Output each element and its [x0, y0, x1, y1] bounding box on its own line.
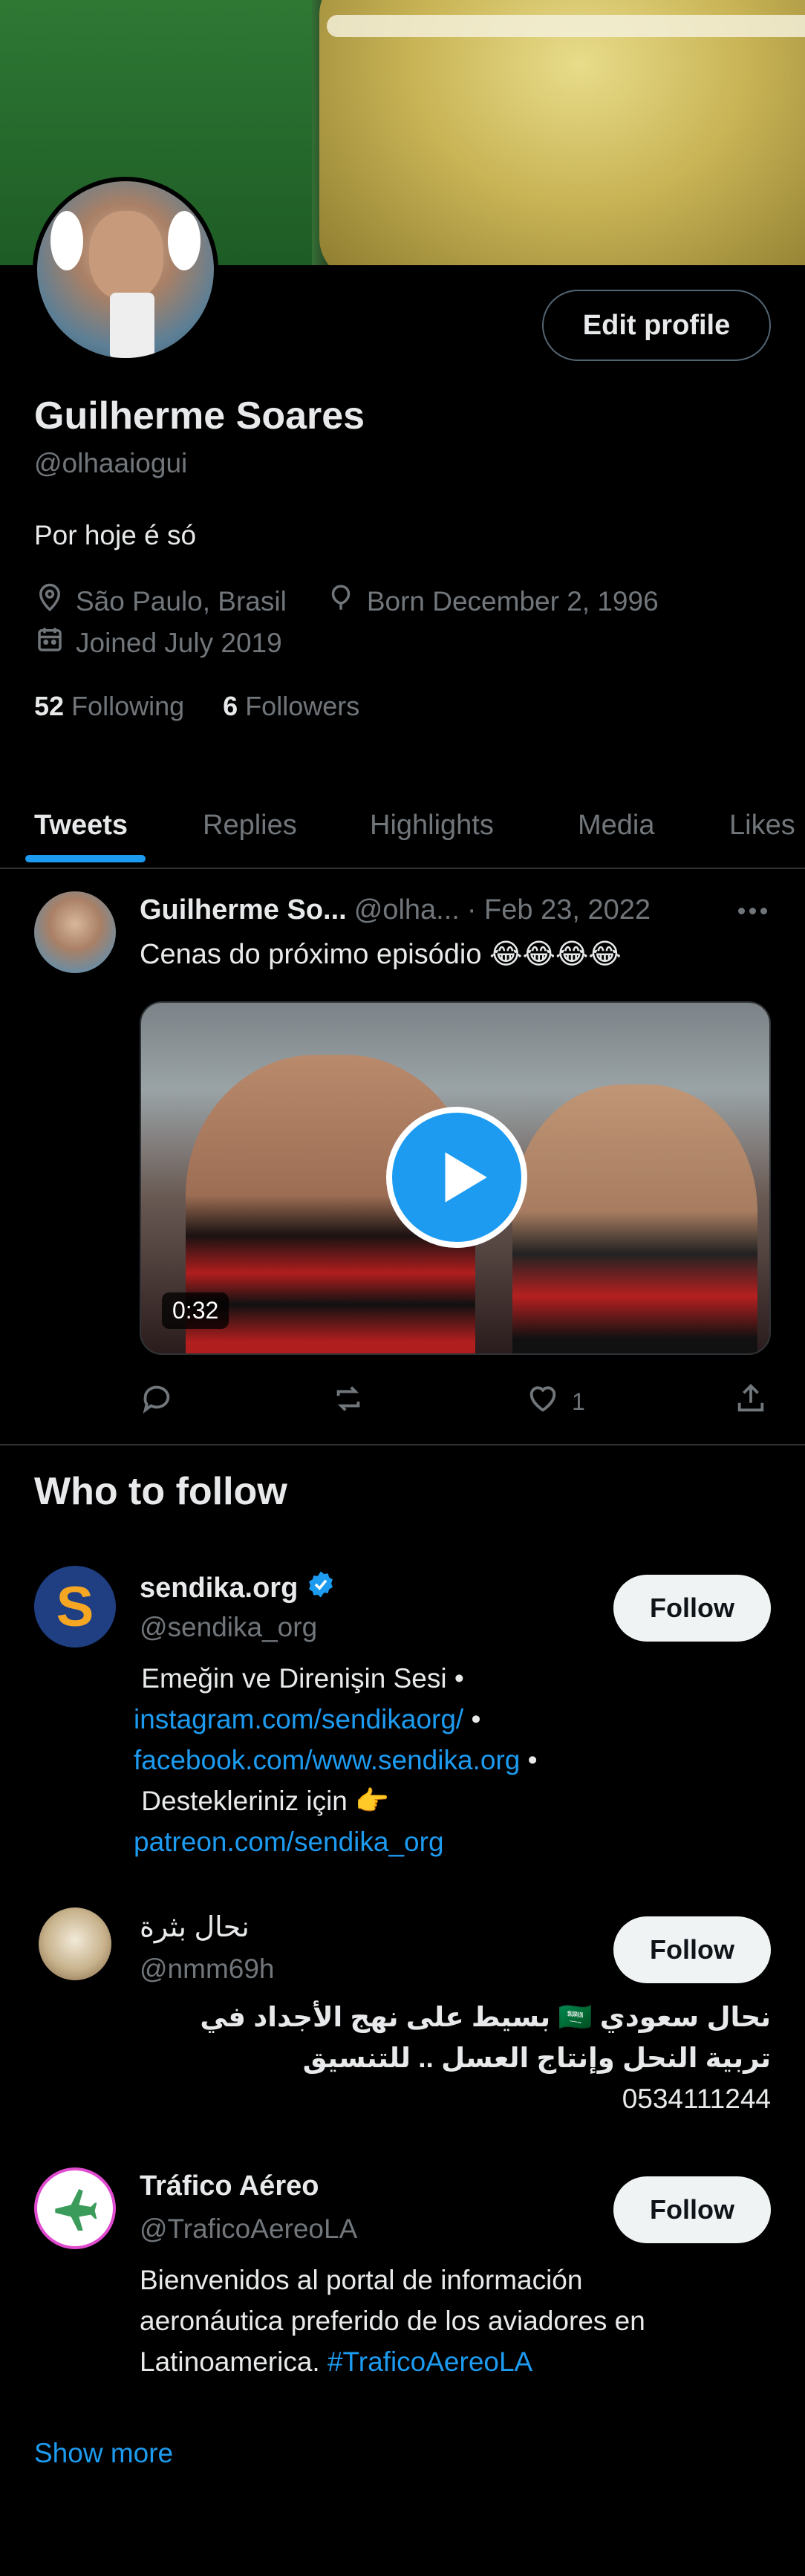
profile-name: Guilherme Soares — [34, 394, 365, 438]
tab-highlights[interactable]: Highlights — [370, 810, 494, 842]
more-options-icon[interactable] — [738, 908, 767, 914]
tweet-date[interactable]: · Feb 23, 2022 — [467, 894, 651, 926]
avatar-horn-right — [168, 211, 201, 270]
tab-media[interactable]: Media — [578, 810, 655, 842]
tweet[interactable]: Guilherme So... @olha... · Feb 23, 2022 … — [0, 869, 805, 1445]
following-link[interactable]: 52 Following — [34, 691, 184, 722]
tab-tweets[interactable]: Tweets — [34, 810, 128, 842]
video-person-right — [512, 1084, 757, 1353]
follow-button[interactable]: Follow — [613, 1575, 771, 1642]
show-more-link[interactable]: Show more — [34, 2438, 173, 2469]
profile-location: São Paulo, Brasil — [76, 585, 287, 617]
tweet-actions: 1 — [140, 1382, 778, 1419]
account-handle: @nmm69h — [140, 1954, 275, 1984]
profile-birthday: Born December 2, 1996 — [366, 585, 659, 617]
account-handle: @TraficoAereoLA — [140, 2214, 358, 2244]
profile-joined: Joined July 2019 — [76, 627, 282, 658]
tweet-avatar[interactable] — [34, 891, 116, 973]
profile-meta-row-1: São Paulo, Brasil Born December 2, 1996 — [34, 582, 659, 620]
follow-button[interactable]: Follow — [613, 2176, 771, 2243]
verified-badge-icon — [305, 1569, 336, 1607]
hashtag-link[interactable]: #TraficoAereoLA — [327, 2346, 532, 2377]
account-handle: @sendika_org — [140, 1612, 318, 1642]
active-tab-indicator — [25, 855, 146, 862]
avatar-horn-left — [50, 211, 83, 270]
follow-button[interactable]: Follow — [613, 1916, 771, 1983]
share-icon[interactable] — [734, 1382, 768, 1416]
follow-counts: 52 Following 6 Followers — [34, 691, 359, 722]
banner-glass — [319, 0, 805, 265]
heart-icon — [526, 1382, 560, 1422]
tweet-handle: @olha... — [353, 894, 460, 926]
like-count: 1 — [572, 1388, 585, 1415]
profile-meta-row-2: Joined July 2019 — [34, 624, 282, 662]
account-name: sendika.org — [140, 1572, 299, 1604]
airplane-icon — [51, 2183, 99, 2234]
tweet-text: Cenas do próximo episódio 😂😂😂😂 — [140, 939, 622, 970]
avatar-phone — [110, 293, 154, 358]
account-name[interactable]: Tráfico Aéreo — [140, 2170, 319, 2202]
who-to-follow-title: Who to follow — [34, 1470, 287, 1513]
account-bio: نحال سعودي 🇸🇦 بسيط على نهج الأجداد في تر… — [200, 2002, 771, 2114]
account-avatar[interactable] — [34, 2167, 116, 2249]
followers-link[interactable]: 6 Followers — [223, 691, 359, 722]
banner-foam — [327, 15, 805, 37]
facebook-link[interactable]: facebook.com/www.sendika.org — [134, 1745, 520, 1775]
location-icon — [34, 582, 65, 620]
tweet-header: Guilherme So... @olha... · Feb 23, 2022 — [140, 894, 651, 926]
account-avatar[interactable]: S — [34, 1566, 116, 1648]
profile-handle: @olhaaiogui — [34, 448, 188, 478]
profile-bio: Por hoje é só — [34, 520, 197, 550]
account-avatar[interactable] — [39, 1907, 111, 1980]
sendika-logo: S — [56, 1575, 94, 1639]
instagram-link[interactable]: instagram.com/sendikaorg/ — [134, 1704, 463, 1734]
birthday-icon — [325, 582, 356, 620]
account-bio: Emeğin ve Direnişin Sesi • instagram.com… — [134, 1663, 538, 1857]
tweet-author[interactable]: Guilherme So... — [140, 894, 347, 926]
account-bio: Bienvenidos al portal de información aer… — [140, 2265, 645, 2377]
reply-icon[interactable] — [140, 1382, 174, 1416]
patreon-link[interactable]: patreon.com/sendika_org — [134, 1827, 444, 1857]
account-name-row[interactable]: sendika.org — [140, 1569, 336, 1607]
profile-avatar[interactable] — [33, 177, 218, 362]
tab-likes[interactable]: Likes — [729, 810, 795, 842]
edit-profile-button[interactable]: Edit profile — [542, 290, 771, 361]
retweet-icon[interactable] — [331, 1382, 365, 1416]
tweet-video[interactable]: 0:32 — [140, 1001, 771, 1355]
avatar-face — [89, 211, 163, 300]
calendar-icon — [34, 624, 65, 662]
video-duration: 0:32 — [162, 1292, 229, 1329]
play-icon[interactable] — [386, 1107, 527, 1248]
like-button[interactable]: 1 — [526, 1382, 585, 1422]
account-name[interactable]: نحال بثرة — [140, 1910, 250, 1944]
tab-replies[interactable]: Replies — [203, 810, 297, 842]
